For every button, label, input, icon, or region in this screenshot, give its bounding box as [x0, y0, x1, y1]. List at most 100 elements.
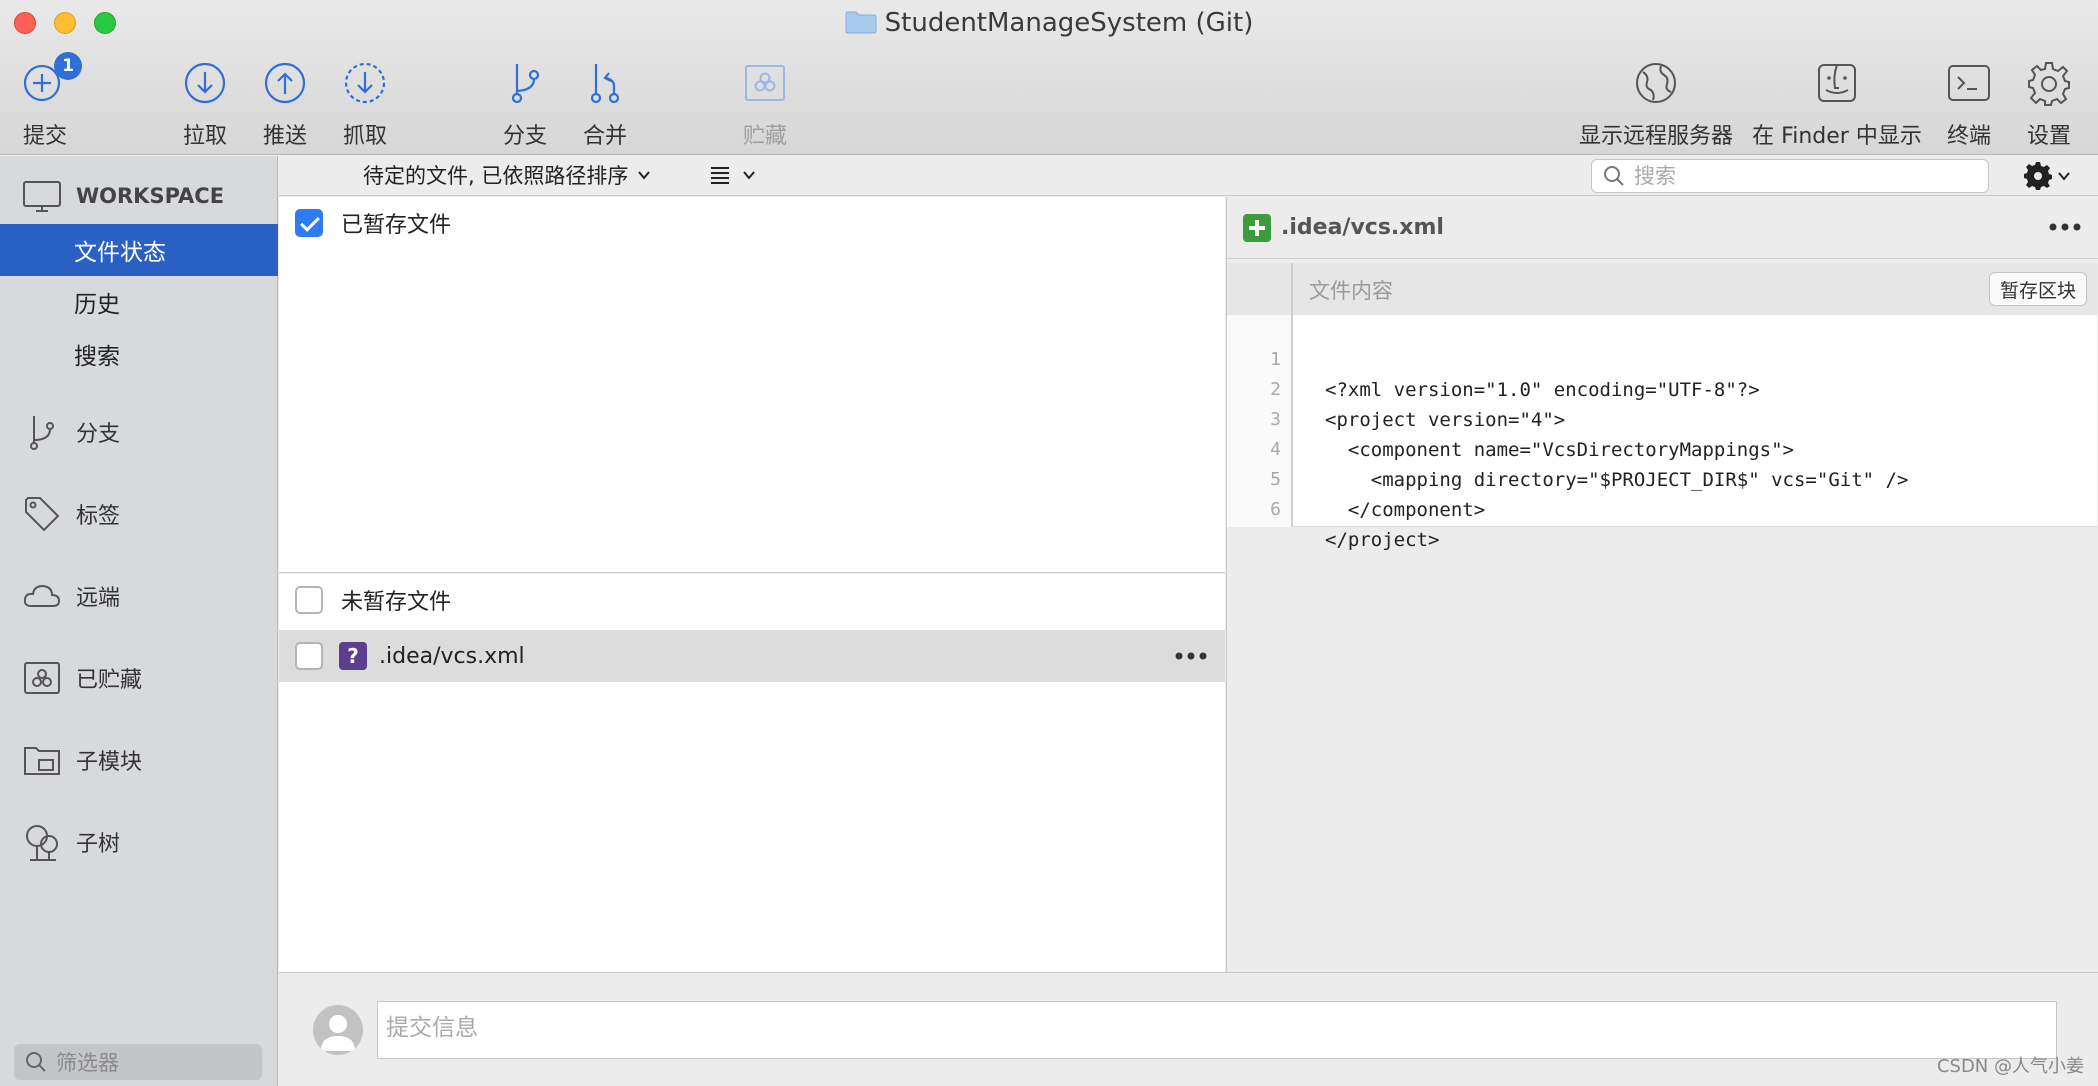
merge-label: 合并: [582, 124, 627, 149]
fetch-dashed-circle-icon: [344, 62, 386, 104]
line-text: </component>: [1325, 499, 1486, 521]
sidebar-item-label: 搜索: [74, 344, 120, 370]
stage-hunk-button[interactable]: 暂存区块: [1988, 272, 2087, 306]
commit-button[interactable]: 1 提交: [0, 52, 100, 150]
file-list-toolbar: 待定的文件, 已依照路径排序: [279, 156, 2098, 196]
sidebar-workspace-header[interactable]: WORKSPACE: [0, 170, 278, 222]
settings-label: 设置: [2026, 124, 2071, 149]
sidebar-item-label: 已贮藏: [76, 668, 143, 693]
sidebar-item-label: 历史: [74, 292, 120, 318]
tag-icon: [25, 497, 60, 532]
untracked-question-icon: ?: [339, 642, 367, 670]
stash-button[interactable]: 贮藏: [710, 58, 820, 150]
sidebar-item-subtrees[interactable]: 子树: [0, 816, 278, 868]
watermark: CSDN @人气小姜: [1936, 1056, 2084, 1077]
sidebar-item-stashes[interactable]: 已贮藏: [0, 652, 278, 704]
sidebar-workspace-label: WORKSPACE: [76, 184, 225, 208]
avatar: [313, 1005, 363, 1055]
arrow-down-circle-icon: [184, 62, 226, 104]
monitor-icon: [23, 181, 61, 212]
sidebar: WORKSPACE 文件状态 历史 搜索 分支 标签 远端 已贮藏 子模块 子树…: [0, 156, 278, 1086]
search-icon: [26, 1052, 46, 1072]
show-in-finder-label: 在 Finder 中显示: [1752, 124, 1922, 149]
sidebar-item-label: 标签: [76, 504, 121, 529]
cloud-icon: [23, 584, 61, 607]
filter-placeholder: 筛选器: [56, 1051, 119, 1075]
commit-message-input[interactable]: [377, 1001, 2057, 1059]
sidebar-item-label: 分支: [76, 422, 121, 447]
stash-label: 贮藏: [742, 124, 787, 149]
merge-icon: [590, 64, 620, 104]
tree-icon: [26, 825, 58, 861]
user-silhouette-icon: [321, 1015, 355, 1051]
file-row[interactable]: ? .idea/vcs.xml: [279, 630, 1225, 682]
show-in-finder-button[interactable]: 在 Finder 中显示: [1752, 58, 1922, 150]
show-remote-label: 显示远程服务器: [1578, 124, 1733, 149]
window-title-bar: StudentManageSystem (Git): [0, 8, 2098, 38]
sidebar-item-label: 远端: [76, 586, 121, 611]
sidebar-item-file-status[interactable]: 文件状态: [0, 224, 278, 276]
sort-dropdown[interactable]: 待定的文件, 已依照路径排序: [363, 160, 652, 190]
line-number: 6: [1270, 499, 1281, 520]
sidebar-item-submodules[interactable]: 子模块: [0, 734, 278, 786]
gear-icon: [2028, 62, 2070, 106]
arrow-up-circle-icon: [264, 62, 306, 104]
chevron-down-icon: [2058, 172, 2070, 181]
sidebar-item-label: 子树: [76, 832, 121, 857]
stage-all-checkbox[interactable]: [295, 209, 323, 237]
sidebar-filter-input[interactable]: 筛选器: [14, 1044, 262, 1080]
fetch-button[interactable]: 抓取: [310, 58, 420, 150]
hunk-title: 文件内容: [1309, 279, 1393, 303]
hunk-header: 文件内容 暂存区块: [1227, 263, 2097, 315]
sort-label: 待定的文件, 已依照路径排序: [363, 164, 629, 188]
chevron-down-icon: [638, 171, 651, 180]
more-options-icon[interactable]: [2047, 217, 2083, 237]
staged-files-label: 已暂存文件: [341, 213, 452, 238]
sidebar-item-remotes[interactable]: 远端: [0, 570, 278, 622]
sidebar-item-history[interactable]: 历史: [0, 276, 278, 328]
show-remote-button[interactable]: 显示远程服务器: [1573, 58, 1739, 150]
fetch-label: 抓取: [342, 124, 387, 149]
more-options-icon[interactable]: [1173, 646, 1209, 666]
file-name: .idea/vcs.xml: [379, 643, 525, 669]
settings-button[interactable]: 设置: [1994, 58, 2098, 150]
diff-file-name: .idea/vcs.xml: [1281, 215, 1444, 240]
sidebar-item-search[interactable]: 搜索: [0, 328, 278, 380]
diff-pane: .idea/vcs.xml 文件内容 暂存区块 1 <?xml version=…: [1226, 197, 2098, 972]
merge-button[interactable]: 合并: [550, 58, 660, 150]
sidebar-item-label: 子模块: [76, 750, 143, 775]
code-line: 4 <mapping directory="$PROJECT_DIR$" vcs…: [1227, 405, 2097, 491]
sidebar-item-branches[interactable]: 分支: [0, 406, 278, 458]
staged-files-pane: 已暂存文件: [279, 197, 1225, 573]
commit-panel: CSDN @人气小姜: [279, 972, 2098, 1086]
branch-icon: [511, 64, 540, 104]
file-stage-checkbox[interactable]: [295, 642, 323, 670]
sidebar-item-label: 文件状态: [74, 240, 166, 266]
branch-icon: [30, 416, 54, 450]
globe-icon: [1636, 63, 1676, 103]
search-box[interactable]: [1591, 159, 1989, 193]
submodule-icon: [24, 747, 60, 775]
stash-icon: [24, 662, 60, 694]
unstaged-files-pane: 未暂存文件 ? .idea/vcs.xml: [279, 574, 1225, 972]
line-text: </project>: [1325, 529, 1440, 551]
folder-icon: [845, 11, 877, 34]
hunk-gutter: [1227, 263, 1293, 315]
search-input[interactable]: [1634, 164, 1974, 188]
code-view: 1 <?xml version="1.0" encoding="UTF-8"?>…: [1227, 315, 2097, 551]
added-file-icon: [1243, 213, 1271, 242]
window-title: StudentManageSystem (Git): [884, 8, 1254, 38]
code-line: 6 </project>: [1227, 465, 2097, 551]
view-mode-dropdown[interactable]: [709, 164, 757, 186]
diff-header: .idea/vcs.xml: [1227, 197, 2098, 259]
terminal-icon: [1948, 65, 1990, 101]
gear-icon: [2024, 162, 2052, 190]
code-line: 1 <?xml version="1.0" encoding="UTF-8"?>: [1227, 315, 2097, 401]
list-view-icon: [711, 167, 729, 184]
sidebar-item-tags[interactable]: 标签: [0, 488, 278, 540]
staged-files-header: 已暂存文件: [279, 197, 1225, 249]
window-toolbar: StudentManageSystem (Git) 1 提交 拉取 推送 抓取 …: [0, 0, 2098, 155]
code-line: 3 <component name="VcsDirectoryMappings"…: [1227, 375, 2097, 461]
unstage-all-checkbox[interactable]: [295, 586, 323, 614]
options-dropdown[interactable]: [2024, 162, 2072, 190]
